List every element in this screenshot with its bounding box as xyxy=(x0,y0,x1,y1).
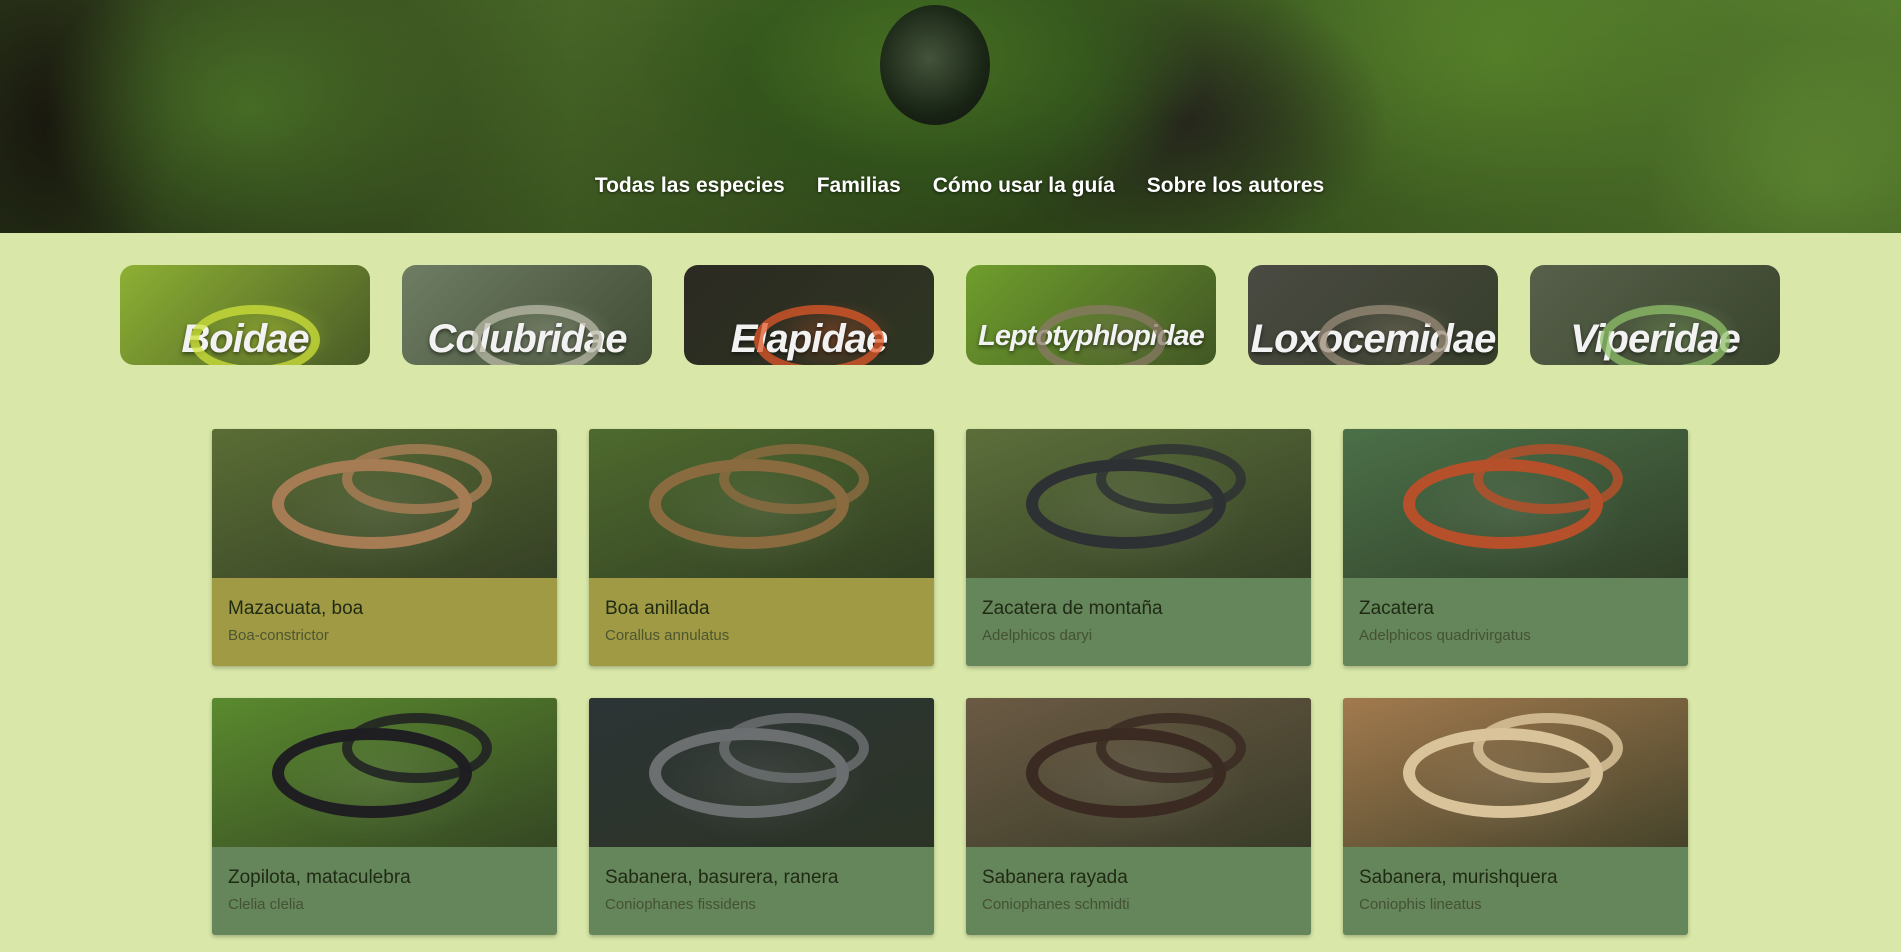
species-scientific-name: Coniophanes fissidens xyxy=(605,895,756,913)
species-scientific-name: Clelia clelia xyxy=(228,895,304,913)
species-common-name: Zacatera de montaña xyxy=(982,598,1163,619)
snake-coil-image xyxy=(1473,444,1623,514)
nav-how-to-use[interactable]: Cómo usar la guía xyxy=(933,174,1115,198)
snake-coil-image xyxy=(1473,713,1623,783)
species-scientific-name: Corallus annulatus xyxy=(605,626,730,644)
family-card-boidae[interactable]: Boidae xyxy=(120,265,370,365)
family-card-elapidae[interactable]: Elapidae xyxy=(684,265,934,365)
species-common-name: Sabanera, murishquera xyxy=(1359,867,1558,888)
species-scientific-name: Adelphicos quadrivirgatus xyxy=(1359,626,1531,644)
nav-about-authors[interactable]: Sobre los autores xyxy=(1147,174,1324,198)
family-list: Boidae Colubridae Elapidae Leptotyphlopi… xyxy=(120,265,1780,365)
species-card[interactable]: Sabanera rayada Coniophanes schmidti xyxy=(966,698,1311,935)
species-card[interactable]: Mazacuata, boa Boa-constrictor xyxy=(212,429,557,666)
snake-coil-image xyxy=(342,444,492,514)
species-scientific-name: Adelphicos daryi xyxy=(982,626,1093,644)
family-snake-image xyxy=(472,305,602,365)
main-nav: Todas las especies Familias Cómo usar la… xyxy=(0,174,1901,198)
family-snake-image xyxy=(1600,305,1730,365)
species-scientific-name: Boa-constrictor xyxy=(228,626,329,644)
family-snake-image xyxy=(754,305,884,365)
species-photo xyxy=(1343,429,1688,578)
species-card[interactable]: Sabanera, murishquera Coniophis lineatus xyxy=(1343,698,1688,935)
species-photo xyxy=(212,429,557,578)
snake-coil-image xyxy=(1096,444,1246,514)
family-card-viperidae[interactable]: Viperidae xyxy=(1530,265,1780,365)
species-photo xyxy=(1343,698,1688,847)
species-grid: Mazacuata, boa Boa-constrictor Boa anill… xyxy=(212,429,1688,935)
snake-coil-image xyxy=(1096,713,1246,783)
family-snake-image xyxy=(190,305,320,365)
species-common-name: Sabanera, basurera, ranera xyxy=(605,867,839,888)
species-scientific-name: Coniophanes schmidti xyxy=(982,895,1130,913)
family-card-loxocemidae[interactable]: Loxocemidae xyxy=(1248,265,1498,365)
nav-families[interactable]: Familias xyxy=(817,174,901,198)
species-card[interactable]: Sabanera, basurera, ranera Coniophanes f… xyxy=(589,698,934,935)
species-common-name: Boa anillada xyxy=(605,598,710,619)
species-scientific-name: Coniophis lineatus xyxy=(1359,895,1482,913)
species-photo xyxy=(589,698,934,847)
family-card-colubridae[interactable]: Colubridae xyxy=(402,265,652,365)
family-snake-image xyxy=(1036,305,1166,365)
family-snake-image xyxy=(1318,305,1448,365)
snake-coil-image xyxy=(719,444,869,514)
species-card[interactable]: Zacatera de montaña Adelphicos daryi xyxy=(966,429,1311,666)
snake-coil-image xyxy=(719,713,869,783)
species-common-name: Zacatera xyxy=(1359,598,1434,619)
species-card[interactable]: Zopilota, mataculebra Clelia clelia xyxy=(212,698,557,935)
species-photo xyxy=(966,429,1311,578)
species-photo xyxy=(212,698,557,847)
nav-all-species[interactable]: Todas las especies xyxy=(595,174,785,198)
family-card-leptotyphlopidae[interactable]: Leptotyphlopidae xyxy=(966,265,1216,365)
species-common-name: Zopilota, mataculebra xyxy=(228,867,411,888)
species-common-name: Sabanera rayada xyxy=(982,867,1128,888)
species-common-name: Mazacuata, boa xyxy=(228,598,364,619)
species-card[interactable]: Boa anillada Corallus annulatus xyxy=(589,429,934,666)
snake-coil-image xyxy=(342,713,492,783)
species-photo xyxy=(966,698,1311,847)
species-photo xyxy=(589,429,934,578)
hero-banner: Todas las especies Familias Cómo usar la… xyxy=(0,0,1901,233)
species-card[interactable]: Zacatera Adelphicos quadrivirgatus xyxy=(1343,429,1688,666)
